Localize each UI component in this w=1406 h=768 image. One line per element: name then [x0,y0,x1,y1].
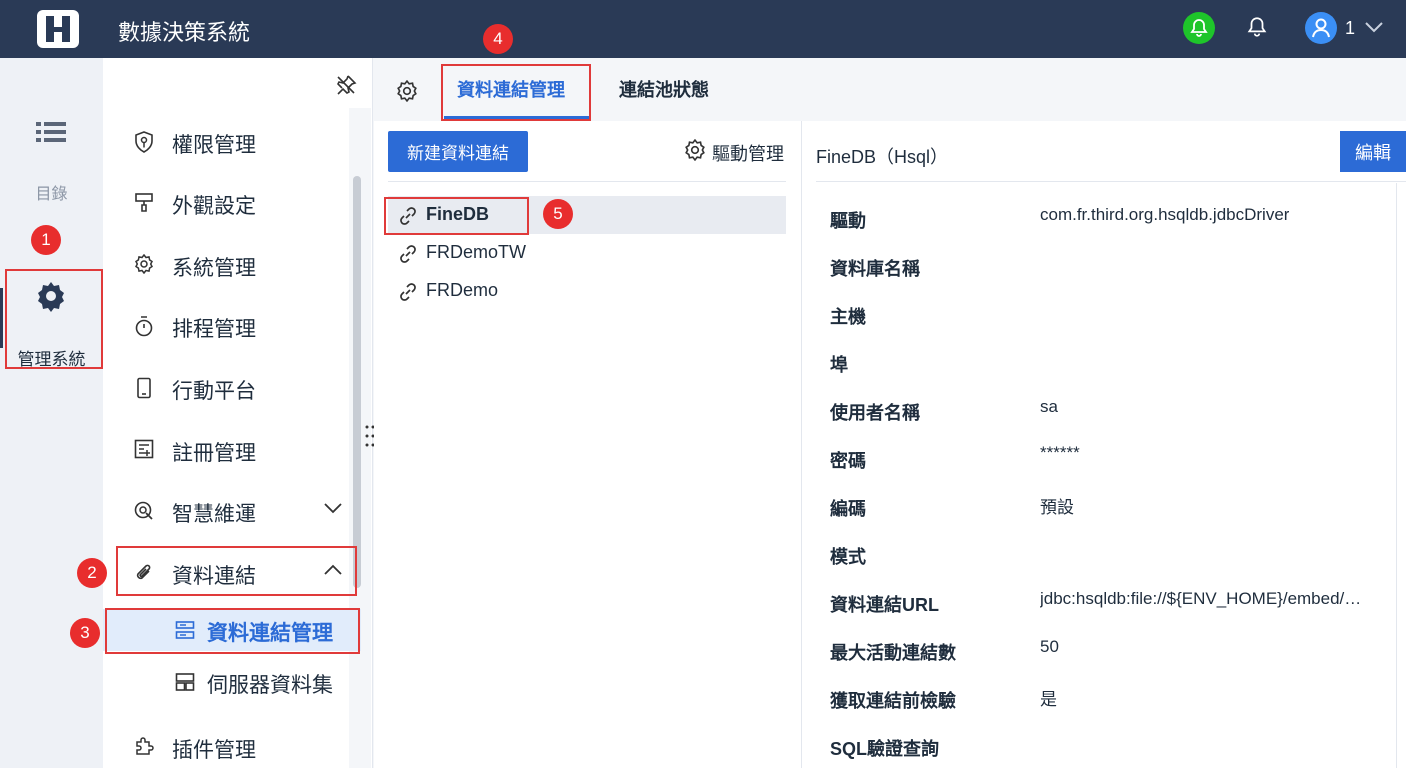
plugin-icon [134,736,154,756]
annotation-box-2 [116,546,357,596]
menu-item-label: 行動平台 [172,380,256,403]
top-bar: 數據決策系統 1 [0,0,1406,58]
left-rail: 目錄 管理系統 [0,58,103,768]
prop-label-port: 埠 [830,355,848,375]
prop-label-max-active: 最大活動連結數 [830,643,956,663]
timer-icon [134,315,154,337]
notification-bell-active-icon[interactable] [1183,12,1215,44]
tab-settings-gear-icon[interactable] [396,79,418,107]
menu-item-appearance[interactable]: 外觀設定 [103,179,349,225]
connection-detail-panel: FineDB（Hsql） 編輯 驅動 com.fr.third.org.hsql… [802,121,1406,768]
menu-item-permission[interactable]: 權限管理 [103,118,349,164]
prop-value-driver: com.fr.third.org.hsqldb.jdbcDriver [1040,205,1290,224]
sub-item-server-dataset[interactable]: 伺服器資料集 [103,661,361,703]
chevron-down-icon [323,501,343,520]
divider [816,181,1406,182]
new-connection-button[interactable]: 新建資料連結 [388,131,528,172]
menu-item-label: 插件管理 [172,739,256,762]
prop-label-schema: 模式 [830,547,866,567]
menu-item-system[interactable]: 系統管理 [103,241,349,287]
catalog-label[interactable]: 目錄 [0,180,103,204]
divider [388,181,786,182]
ops-icon [134,500,154,520]
connection-row-frdemo[interactable]: FRDemo [388,272,786,310]
menu-item-register[interactable]: 註冊管理 [103,426,349,472]
link-icon [398,244,418,269]
connection-row-frdemotw[interactable]: FRDemoTW [388,234,786,272]
prop-value-password: ****** [1040,443,1080,462]
catalog-list-icon[interactable] [36,120,66,149]
annotation-box-4 [441,64,591,121]
annotation-badge-4: 4 [483,24,513,54]
prop-value-encoding: 預設 [1040,498,1074,517]
connection-name: FRDemoTW [426,242,526,262]
prop-label-host: 主機 [830,307,866,327]
annotation-box-5 [384,197,529,235]
prop-label-encoding: 編碼 [830,499,866,519]
annotation-box-1 [5,269,103,369]
edit-button[interactable]: 編輯 [1340,131,1406,172]
prop-label-test-on-borrow: 獲取連結前檢驗 [830,691,956,711]
prop-label-password: 密碼 [830,451,866,471]
annotation-box-3 [105,608,360,654]
prop-value-max-active: 50 [1040,637,1059,656]
menu-item-label: 排程管理 [172,318,256,341]
prop-value-username: sa [1040,397,1058,416]
tab-pool-status[interactable]: 連結池狀態 [619,76,709,102]
annotation-badge-1: 1 [31,225,61,255]
connection-name: FRDemo [426,280,499,300]
prop-label-url: 資料連結URL [830,595,939,615]
logo-icon[interactable] [37,10,79,48]
annotation-badge-5: 5 [543,199,573,229]
user-name[interactable]: 1 [1345,18,1355,39]
system-gear-icon [134,253,154,275]
menu-item-smart-ops[interactable]: 智慧維運 [103,487,349,533]
rail-active-indicator [0,288,3,348]
menu-item-label: 系統管理 [172,257,256,280]
register-icon [134,439,154,459]
prop-value-url: jdbc:hsqldb:file://${ENV_HOME}/embed/… [1040,589,1362,608]
admin-menu: 權限管理 外觀設定 系統管理 排程管理 行動平台 註冊管理 智慧維運 資料連結 … [103,58,373,768]
menu-scrollbar[interactable] [353,176,361,588]
server-dataset-icon [175,672,195,697]
annotation-badge-3: 3 [70,618,100,648]
menu-item-label: 權限管理 [172,134,256,157]
menu-item-label: 註冊管理 [172,442,256,465]
annotation-badge-2: 2 [77,558,107,588]
prop-label-validation-query: SQL驗證查詢 [830,739,940,759]
mobile-icon [134,377,154,399]
prop-label-driver: 驅動 [830,211,866,231]
prop-label-db-name: 資料庫名稱 [830,259,920,279]
detail-scrollbar[interactable] [1396,183,1397,768]
menu-item-label: 智慧維運 [172,503,256,526]
detail-title: FineDB（Hsql） [816,147,949,167]
driver-management-label: 驅動管理 [712,143,784,164]
menu-item-label: 外觀設定 [172,195,256,218]
prop-value-test-on-borrow: 是 [1040,690,1057,709]
menu-item-schedule[interactable]: 排程管理 [103,302,349,348]
appearance-icon [134,192,154,212]
link-icon [398,282,418,307]
prop-label-username: 使用者名稱 [830,403,920,423]
notification-bell-icon[interactable] [1246,16,1268,43]
permission-icon [134,131,154,153]
menu-item-plugin[interactable]: 插件管理 [103,723,349,768]
gear-icon [684,138,706,166]
app-title: 數據決策系統 [118,20,251,45]
driver-management-button[interactable]: 驅動管理 [684,138,784,166]
user-avatar-icon[interactable] [1305,12,1337,44]
menu-item-mobile[interactable]: 行動平台 [103,364,349,410]
unpin-icon[interactable] [335,74,357,101]
sub-item-label: 伺服器資料集 [207,674,333,697]
chevron-down-icon[interactable] [1364,20,1384,39]
